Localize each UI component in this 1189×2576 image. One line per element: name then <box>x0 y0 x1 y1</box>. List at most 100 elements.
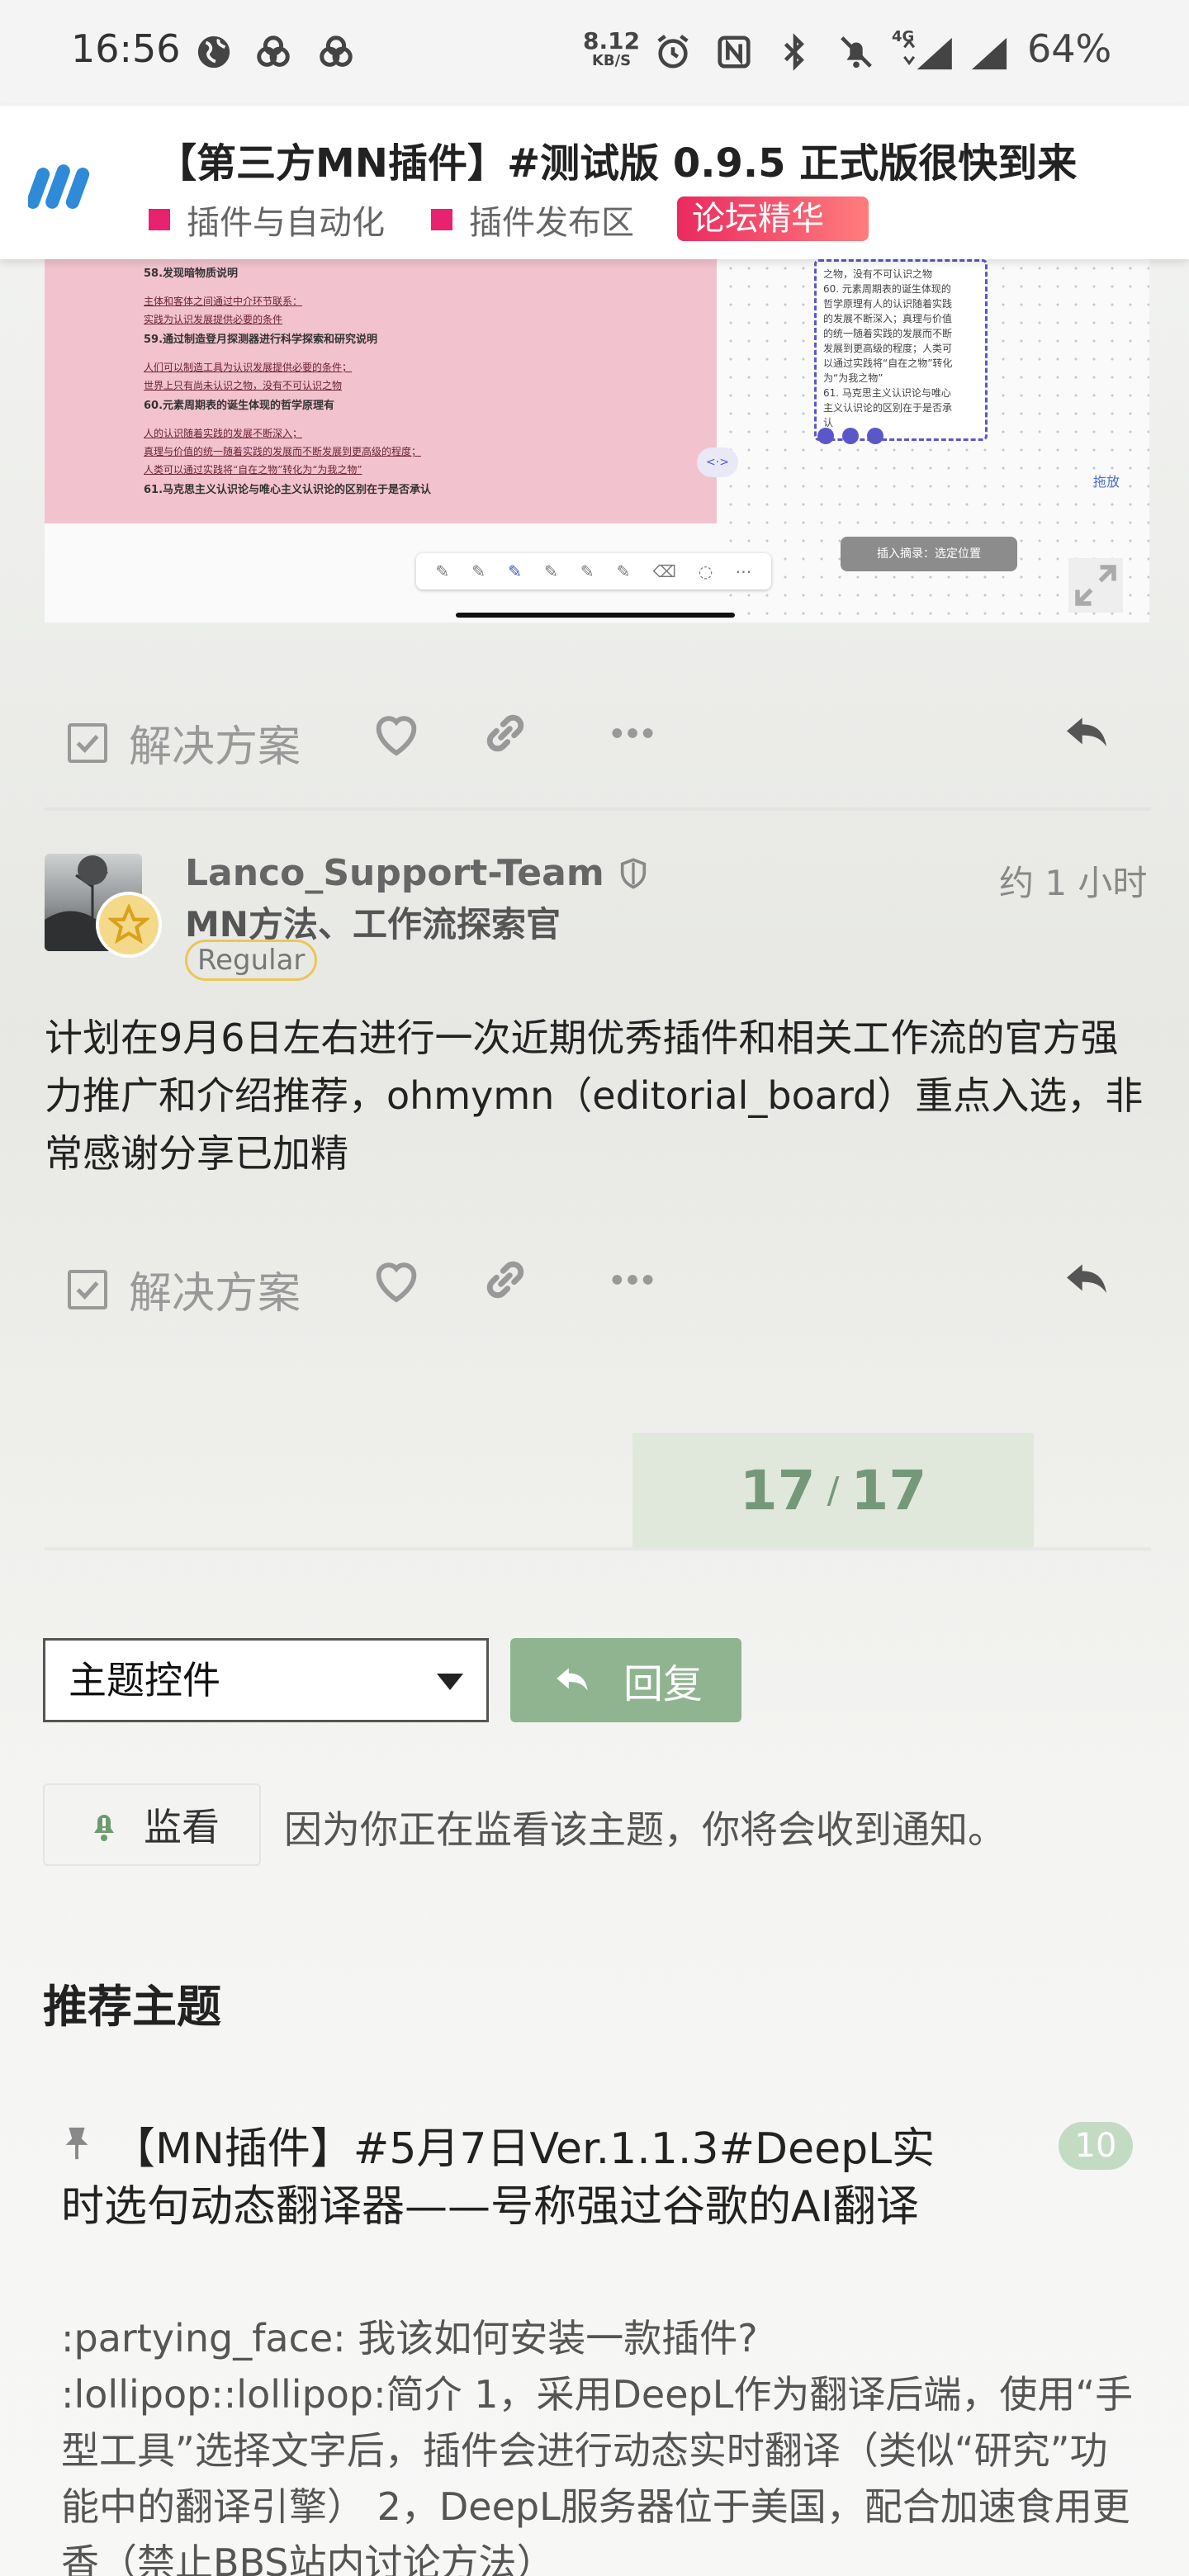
progress-current: 17 <box>739 1458 816 1522</box>
caret-down-icon <box>437 1674 463 1690</box>
net-speed-value: 8.12 <box>583 27 641 54</box>
preview-line: 世界上只有尚未认识之物，没有不可认识之物 <box>144 380 343 391</box>
preview-card-line: 发展到更高级的程度；人类可 <box>823 343 953 354</box>
notification-button[interactable]: 监看 <box>43 1783 261 1866</box>
heart-icon[interactable] <box>370 707 423 760</box>
pen-icon: ✎ <box>471 561 486 581</box>
suggested-topic-title[interactable]: 【MN插件】#5月7日Ver.1.1.3#DeepL实时选句动态翻译器——号称强… <box>61 2120 936 2236</box>
topic-progress[interactable]: 17 / 17 <box>632 1433 1034 1547</box>
post-image-preview[interactable]: 58.发现暗物质说明 主体和客体之间通过中介环节联系： 实践为认识发展提供必要的条件… <box>45 259 1149 623</box>
shield-icon <box>620 858 647 889</box>
pen-icon: ✎ <box>544 561 558 581</box>
preview-mindmap-card: 之物，没有不可认识之物 60. 元素周期表的诞生体现的 哲学原理有人的认识随着实践的… <box>814 259 988 441</box>
discourse-m-logo[interactable] <box>28 160 97 211</box>
bluetooth-icon <box>784 33 804 71</box>
preview-line: 60.元素周期表的诞生体现的哲学原理有 <box>144 400 335 412</box>
heart-icon[interactable] <box>370 1253 423 1306</box>
post-actions-2: 解决方案 <box>45 1229 1151 1328</box>
home-indicator <box>456 613 735 618</box>
post-username[interactable]: Lanco_Support-Team <box>185 852 650 894</box>
cloud-app-icon <box>257 36 290 67</box>
category-color-swatch <box>431 209 452 230</box>
checkbox-icon <box>68 1269 107 1309</box>
trust-level-badge: Regular <box>185 940 318 981</box>
expand-icon[interactable] <box>1068 558 1123 613</box>
preview-line: 人类可以通过实践将“自在之物”转化为“为我之物” <box>144 464 362 476</box>
post-date[interactable]: 约 1 小时 <box>999 855 1147 906</box>
ellipsis-icon[interactable] <box>606 707 659 760</box>
preview-line: 实践为认识发展提供必要的条件 <box>144 314 283 325</box>
checkbox-icon <box>68 722 107 763</box>
category-color-swatch <box>149 209 170 230</box>
bell-icon <box>94 1815 114 1841</box>
badge-star-icon <box>96 892 162 958</box>
progress-divider <box>45 1547 1151 1551</box>
topic-controls-label: 主题控件 <box>69 1658 220 1702</box>
lasso-icon: ◌ <box>698 561 713 581</box>
notification-reason: 因为你正在监看该主题，你将会收到通知。 <box>284 1807 1006 1852</box>
preview-line: 真理与价值的统一随着实践的发展而不断发展到更高级的程度； <box>144 446 422 457</box>
solution-label: 解决方案 <box>129 1269 301 1319</box>
status-time: 16:56 <box>71 26 181 71</box>
topic-header: 【第三方MN插件】#测试版 0.9.5 正式版很快到来 插件与自动化 插件发布区… <box>0 106 1189 259</box>
signal-icon <box>903 37 952 70</box>
handle-dot <box>817 428 834 444</box>
reply-count-badge[interactable]: 10 <box>1059 2122 1133 2170</box>
preview-card-line: 为“为我之物” <box>823 372 883 384</box>
more-icon: ⋯ <box>735 561 752 581</box>
net-speed: 8.12 KB/S <box>583 27 641 71</box>
preview-line: 59.通过制造登月探测器进行科学探索和研究说明 <box>144 334 378 346</box>
preview-card-line: 以通过实践将“自在之物”转化 <box>823 358 953 369</box>
mute-icon <box>841 36 872 69</box>
username-text: Lanco_Support-Team <box>185 852 604 894</box>
pen-icon: ✎ <box>580 561 594 581</box>
pen-icon: ✎ <box>435 561 450 581</box>
watch-label: 监看 <box>144 1805 220 1849</box>
nfc-icon <box>718 36 751 69</box>
preview-line: 人的认识随着实践的发展不断深入； <box>144 428 303 439</box>
progress-separator: / <box>827 1469 840 1512</box>
reply-button[interactable]: 回复 <box>510 1638 741 1722</box>
reply-icon <box>557 1668 588 1691</box>
category-tag-1[interactable]: 插件与自动化 <box>149 198 385 242</box>
excerpt-line-2: :lollipop::lollipop:简介 1，采用DeepL作为翻译后端，使… <box>61 2372 1134 2576</box>
reply-arrow-icon[interactable] <box>1057 1253 1116 1306</box>
status-bar: 16:56 8.12 KB/S 4G 64% <box>0 0 1189 106</box>
preview-insert-button: 插入摘录：选定位置 <box>841 537 1017 571</box>
eraser-icon: ⌫ <box>652 561 676 581</box>
progress-total: 17 <box>850 1458 927 1522</box>
post-actions-1: 解决方案 <box>45 682 1151 781</box>
topic-title[interactable]: 【第三方MN插件】#测试版 0.9.5 正式版很快到来 <box>157 130 1131 188</box>
preview-card-text: 之物，没有不可认识之物 60. 元素周期表的诞生体现的 哲学原理有人的认识随着实践的… <box>823 267 978 430</box>
preview-card-line: 的统一随着实践的发展而不断 <box>823 328 953 339</box>
preview-document-page: 58.发现暗物质说明 主体和客体之间通过中介环节联系： 实践为认识发展提供必要的条件… <box>45 259 717 523</box>
preview-line: 人们可以制造工具为认识发展提供必要的条件； <box>144 362 353 373</box>
handle-dot <box>867 428 883 444</box>
suggested-topics-heading: 推荐主题 <box>43 1981 221 2033</box>
alarm-icon <box>657 34 689 69</box>
ellipsis-icon[interactable] <box>606 1253 659 1306</box>
post-body: 计划在9月6日左右进行一次近期优秀插件和相关工作流的官方强力推广和介绍推荐，oh… <box>45 1016 1144 1176</box>
link-icon[interactable] <box>479 707 532 760</box>
preview-line: 61.马克思主义认识论与唯心主义认识论的区别在于是否承认 <box>144 484 432 496</box>
solution-label: 解决方案 <box>129 722 301 772</box>
solution-button[interactable]: 解决方案 <box>68 712 301 774</box>
link-icon[interactable] <box>479 1253 532 1306</box>
category-label: 插件与自动化 <box>187 204 385 242</box>
preview-pen-toolbar: ✎ ✎ ✎ ✎ ✎ ✎ ⌫ ◌ ⋯ <box>416 553 771 590</box>
preview-card-line: 60. 元素周期表的诞生体现的 <box>823 283 951 295</box>
excerpt-line-1: :partying_face: 我该如何安装一款插件? <box>61 2316 758 2361</box>
category-tag-2[interactable]: 插件发布区 <box>431 198 634 242</box>
featured-tag[interactable]: 论坛精华 <box>677 197 869 241</box>
preview-card-line: 61. 马克思主义认识论与唯心 <box>823 387 951 399</box>
pen-icon: ✎ <box>508 561 522 581</box>
solution-button[interactable]: 解决方案 <box>68 1258 301 1320</box>
preview-card-handles <box>817 428 883 444</box>
preview-card-line: 的发展不断深入；真理与价值 <box>823 313 953 324</box>
reply-arrow-icon[interactable] <box>1057 707 1116 760</box>
preview-line: 58.发现暗物质说明 <box>144 268 239 280</box>
reply-label: 回复 <box>623 1661 703 1707</box>
signal-icon-2 <box>971 37 1007 70</box>
suggested-topic-excerpt: :partying_face: 我该如何安装一款插件? :lollipop::l… <box>61 2310 1135 2576</box>
topic-controls-dropdown[interactable]: 主题控件 <box>43 1638 489 1722</box>
